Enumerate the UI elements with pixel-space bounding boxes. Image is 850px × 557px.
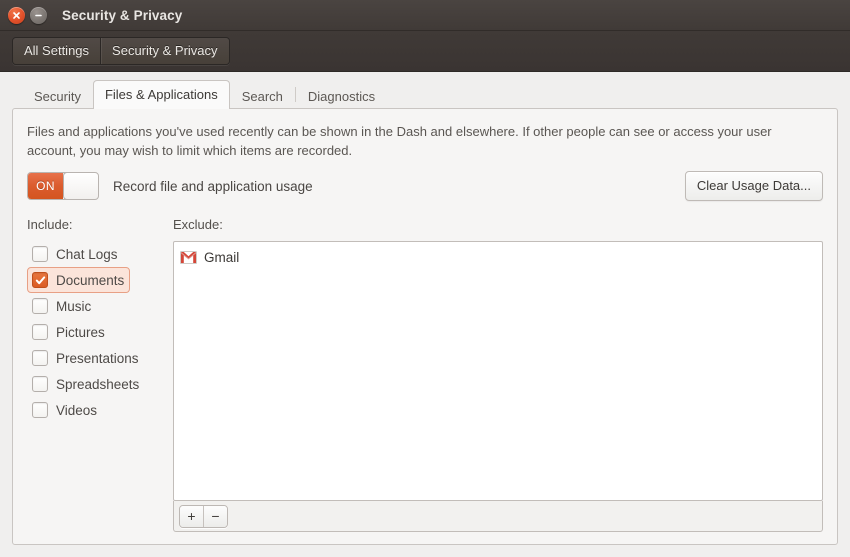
clear-usage-data-button[interactable]: Clear Usage Data... — [684, 171, 823, 201]
include-item-chat-logs[interactable]: Chat Logs — [27, 241, 124, 267]
checkbox-videos[interactable] — [32, 402, 48, 418]
checkmark-icon — [35, 275, 45, 284]
exclude-list-actions: + − — [173, 501, 823, 532]
list-item[interactable]: Gmail — [174, 246, 822, 268]
tab-search[interactable]: Search — [230, 83, 295, 110]
toggle-knob — [63, 173, 98, 199]
checkbox-spreadsheets[interactable] — [32, 376, 48, 392]
include-item-label: Music — [56, 298, 92, 314]
include-item-documents[interactable]: Documents — [27, 267, 131, 293]
lists-area: Include: Chat Logs Documents Music Pictu… — [27, 217, 823, 532]
gmail-icon — [180, 250, 197, 264]
tab-files-applications[interactable]: Files & Applications — [92, 80, 230, 109]
include-item-presentations[interactable]: Presentations — [27, 345, 145, 371]
close-glyph — [13, 11, 20, 19]
tab-bar: Security Files & Applications Search Dia… — [12, 80, 838, 110]
include-column: Include: Chat Logs Documents Music Pictu… — [27, 217, 159, 532]
include-item-music[interactable]: Music — [27, 293, 97, 319]
include-item-label: Documents — [56, 272, 125, 288]
minimize-icon[interactable] — [30, 6, 47, 24]
exclude-list[interactable]: Gmail — [173, 241, 823, 501]
exclude-heading: Exclude: — [173, 217, 223, 232]
panel-content: Security Files & Applications Search Dia… — [0, 72, 850, 557]
checkbox-chat-logs[interactable] — [32, 246, 48, 262]
tab-diagnostics[interactable]: Diagnostics — [296, 83, 387, 110]
add-remove-group: + − — [179, 504, 228, 528]
include-heading: Include: — [27, 217, 73, 232]
record-usage-label: Record file and application usage — [113, 178, 313, 194]
all-settings-button[interactable]: All Settings — [13, 38, 101, 64]
checkbox-music[interactable] — [32, 298, 48, 314]
include-item-label: Videos — [56, 402, 98, 418]
files-applications-panel: Files and applications you've used recen… — [12, 108, 838, 545]
include-item-label: Pictures — [56, 324, 105, 340]
breadcrumb: All Settings Security & Privacy — [12, 37, 230, 65]
toggle-state-label: ON — [28, 173, 63, 199]
include-item-label: Chat Logs — [56, 246, 118, 262]
include-item-pictures[interactable]: Pictures — [27, 319, 111, 345]
window-titlebar: Security & Privacy — [0, 0, 850, 31]
minimize-glyph — [35, 14, 42, 16]
include-item-label: Presentations — [56, 350, 139, 366]
security-privacy-window: Security & Privacy All Settings Security… — [0, 0, 850, 557]
include-item-videos[interactable]: Videos — [27, 397, 103, 423]
checkbox-presentations[interactable] — [32, 350, 48, 366]
window-title: Security & Privacy — [62, 7, 183, 23]
security-privacy-button[interactable]: Security & Privacy — [100, 38, 229, 64]
include-item-spreadsheets[interactable]: Spreadsheets — [27, 371, 145, 397]
list-item-label: Gmail — [204, 249, 240, 265]
close-icon[interactable] — [8, 6, 25, 24]
include-checkbox-list: Chat Logs Documents Music Pictures Prese… — [27, 241, 159, 423]
panel-description: Files and applications you've used recen… — [27, 124, 772, 158]
record-usage-row: ON Record file and application usage Cle… — [27, 171, 823, 201]
checkbox-pictures[interactable] — [32, 324, 48, 340]
navigation-toolbar: All Settings Security & Privacy — [0, 31, 850, 72]
checkbox-documents[interactable] — [32, 272, 48, 288]
add-exclusion-button[interactable]: + — [180, 505, 203, 527]
record-usage-toggle[interactable]: ON — [27, 172, 99, 200]
include-item-label: Spreadsheets — [56, 376, 140, 392]
remove-exclusion-button[interactable]: − — [203, 505, 227, 527]
tab-security[interactable]: Security — [22, 83, 93, 110]
exclude-column: Exclude: Gmail + − — [173, 217, 823, 532]
